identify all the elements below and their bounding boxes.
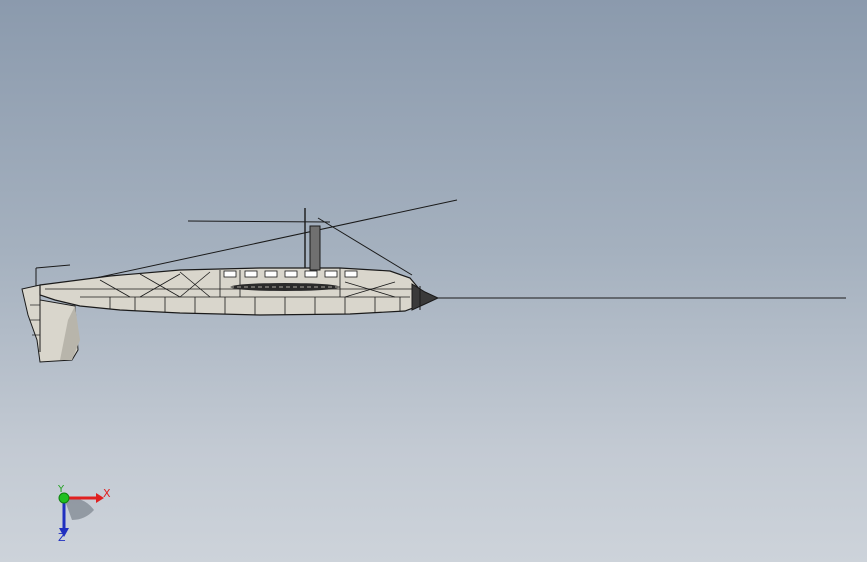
z-axis-label: Z bbox=[58, 531, 66, 544]
3d-viewport[interactable]: X Y Z bbox=[0, 0, 867, 562]
submarine-model[interactable] bbox=[0, 0, 867, 562]
y-axis-label: Y bbox=[58, 484, 65, 495]
orientation-triad[interactable]: X Y Z bbox=[44, 480, 114, 550]
conning-mast bbox=[309, 225, 321, 271]
bow-propeller bbox=[411, 283, 440, 311]
x-axis-label: X bbox=[103, 487, 111, 500]
